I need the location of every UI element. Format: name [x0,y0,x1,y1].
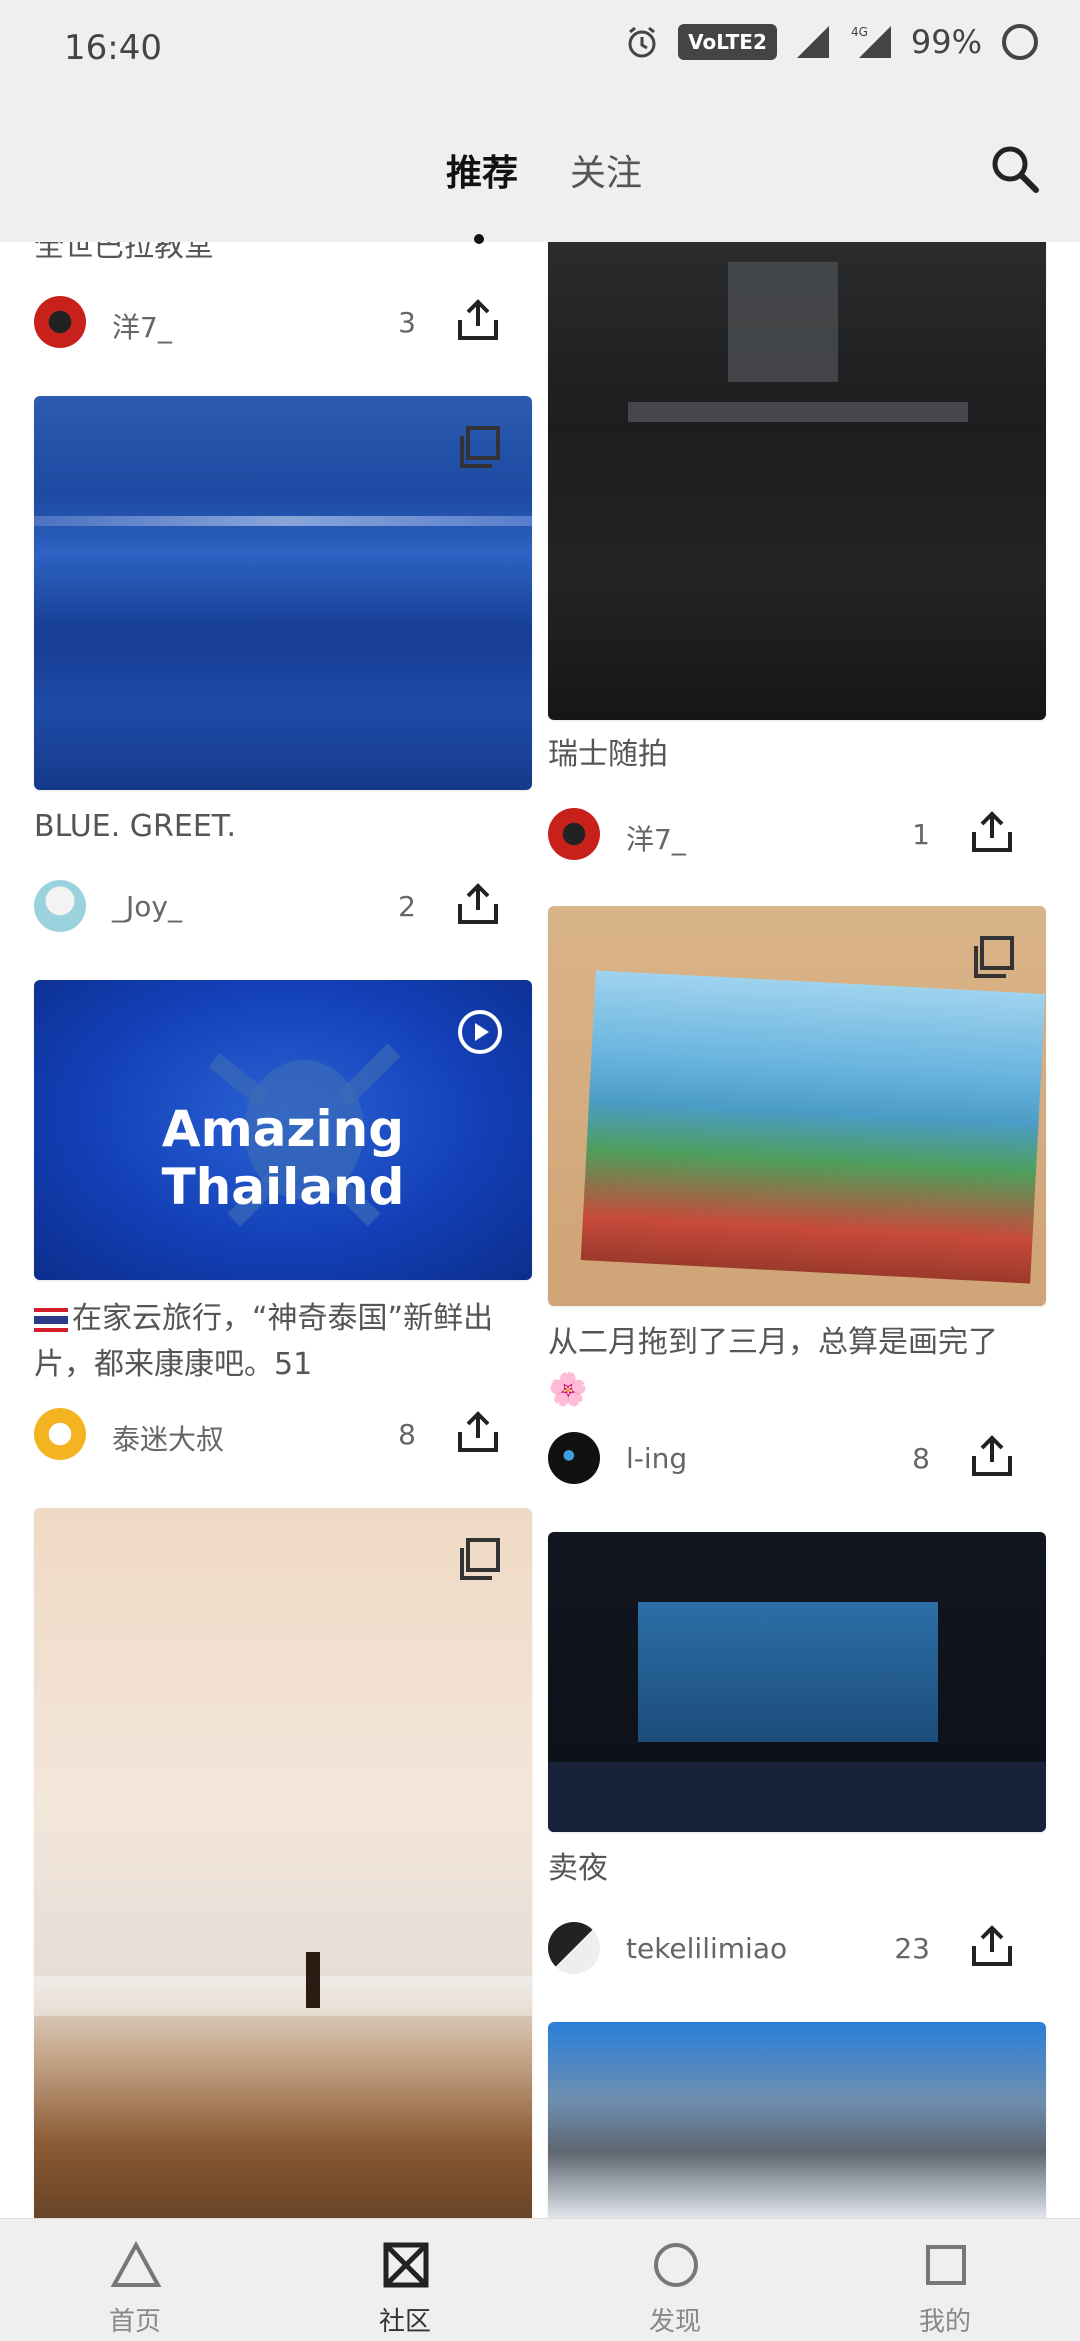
card-image-night-shop[interactable] [548,1532,1046,1832]
card-meta: 洋7_ 1 [548,804,1046,864]
avatar[interactable] [34,880,86,932]
person-silhouette [306,1952,320,2008]
avatar[interactable] [548,1432,600,1484]
feed[interactable]: 全世巴拉教堂 洋7_ 3 BLUE. GREET. _Joy_ 2 Amazin… [0,242,1080,2218]
nav-home[interactable]: 首页 [0,2219,270,2341]
avatar[interactable] [34,296,86,348]
card-meta: l-ing 8 [548,1428,1046,1488]
card-image-kiki-drawing[interactable] [548,906,1046,1306]
card-username[interactable]: _Joy_ [112,890,182,923]
top-bar: 推荐 关注 [0,100,1080,242]
signal-icon [796,26,829,58]
share-count: 1 [912,818,930,851]
status-icons: VoLTE2 4G 99% [624,22,1040,62]
battery-icon [1002,24,1038,60]
nav-community[interactable]: 社区 [270,2219,540,2341]
card-title-text: 在家云旅行，“神奇泰国”新鲜出片，都来康康吧。51 [34,1301,494,1382]
card-image-amazing-thailand[interactable]: Amazing Thailand [34,980,532,1280]
card-username[interactable]: l-ing [626,1442,687,1475]
share-icon[interactable] [968,808,1016,856]
card-title-text: 从二月拖到了三月，总算是画完了 [548,1325,998,1360]
avatar[interactable] [548,808,600,860]
thailand-flag-icon [34,1307,68,1332]
card-image-blue-painting[interactable] [34,396,532,790]
card-image-mountain[interactable] [548,2022,1046,2218]
share-icon[interactable] [454,880,502,928]
share-icon[interactable] [968,1432,1016,1480]
overlay-title: Amazing Thailand [161,1100,405,1216]
square-profile-icon [926,2245,966,2285]
share-count: 8 [912,1442,930,1475]
avatar[interactable] [34,1408,86,1460]
circle-discover-icon [654,2243,698,2287]
card-title[interactable]: 卖夜 [548,1846,1046,1892]
share-icon[interactable] [454,296,502,344]
card-image-swiss-street[interactable] [548,242,1046,720]
card-title[interactable]: 瑞士随拍 [548,732,1046,778]
nav-mine[interactable]: 我的 [810,2219,1080,2341]
tab-following[interactable]: 关注 [570,144,642,196]
signal-4g-icon: 4G [851,25,891,58]
multi-image-icon [974,936,1014,978]
battery-percent: 99% [910,23,982,61]
nav-home-label: 首页 [108,2307,161,2337]
play-icon[interactable] [456,1008,504,1056]
card-username[interactable]: 洋7_ [112,306,172,346]
cherry-blossom-icon: 🌸 [548,1370,588,1408]
search-icon[interactable] [986,140,1046,200]
card-meta: 洋7_ 3 [34,292,532,352]
share-count: 3 [398,306,416,339]
card-meta: 泰迷大叔 8 [34,1404,532,1464]
nav-community-label: 社区 [378,2307,431,2337]
status-time: 16:40 [64,28,162,68]
alarm-icon [628,26,656,58]
nav-discover[interactable]: 发现 [540,2219,810,2341]
share-icon[interactable] [968,1922,1016,1970]
nav-discover-label: 发现 [648,2307,701,2337]
bottom-nav: 首页 社区 发现 我的 [0,2218,1080,2341]
card-meta: _Joy_ 2 [34,876,532,936]
card-username[interactable]: tekelilimiao [626,1932,787,1965]
tab-recommended[interactable]: 推荐 [446,144,518,196]
triangle-home-icon [110,2240,162,2287]
multi-image-icon [460,426,500,468]
card-username[interactable]: 泰迷大叔 [112,1418,224,1458]
card-title[interactable]: 全世巴拉教堂 [34,242,532,264]
volte-badge: VoLTE2 [678,24,777,60]
card-image-beach[interactable] [34,1508,532,2218]
multi-image-icon [460,1538,500,1580]
status-bar: 16:40 VoLTE2 4G 99% [0,0,1080,100]
active-tab-indicator [474,234,484,244]
card-title[interactable]: 从二月拖到了三月，总算是画完了 🌸 [548,1320,1046,1410]
card-username[interactable]: 洋7_ [626,818,686,858]
card-meta: tekelilimiao 23 [548,1918,1046,1978]
nav-mine-label: 我的 [918,2307,971,2337]
share-count: 8 [398,1418,416,1451]
community-icon [383,2242,429,2288]
share-icon[interactable] [454,1408,502,1456]
card-title[interactable]: BLUE. GREET. [34,804,532,850]
share-count: 2 [398,890,416,923]
card-title[interactable]: 在家云旅行，“神奇泰国”新鲜出片，都来康康吧。51 [34,1296,532,1386]
share-count: 23 [894,1932,930,1965]
svg-text:4G: 4G [851,25,868,39]
avatar[interactable] [548,1922,600,1974]
